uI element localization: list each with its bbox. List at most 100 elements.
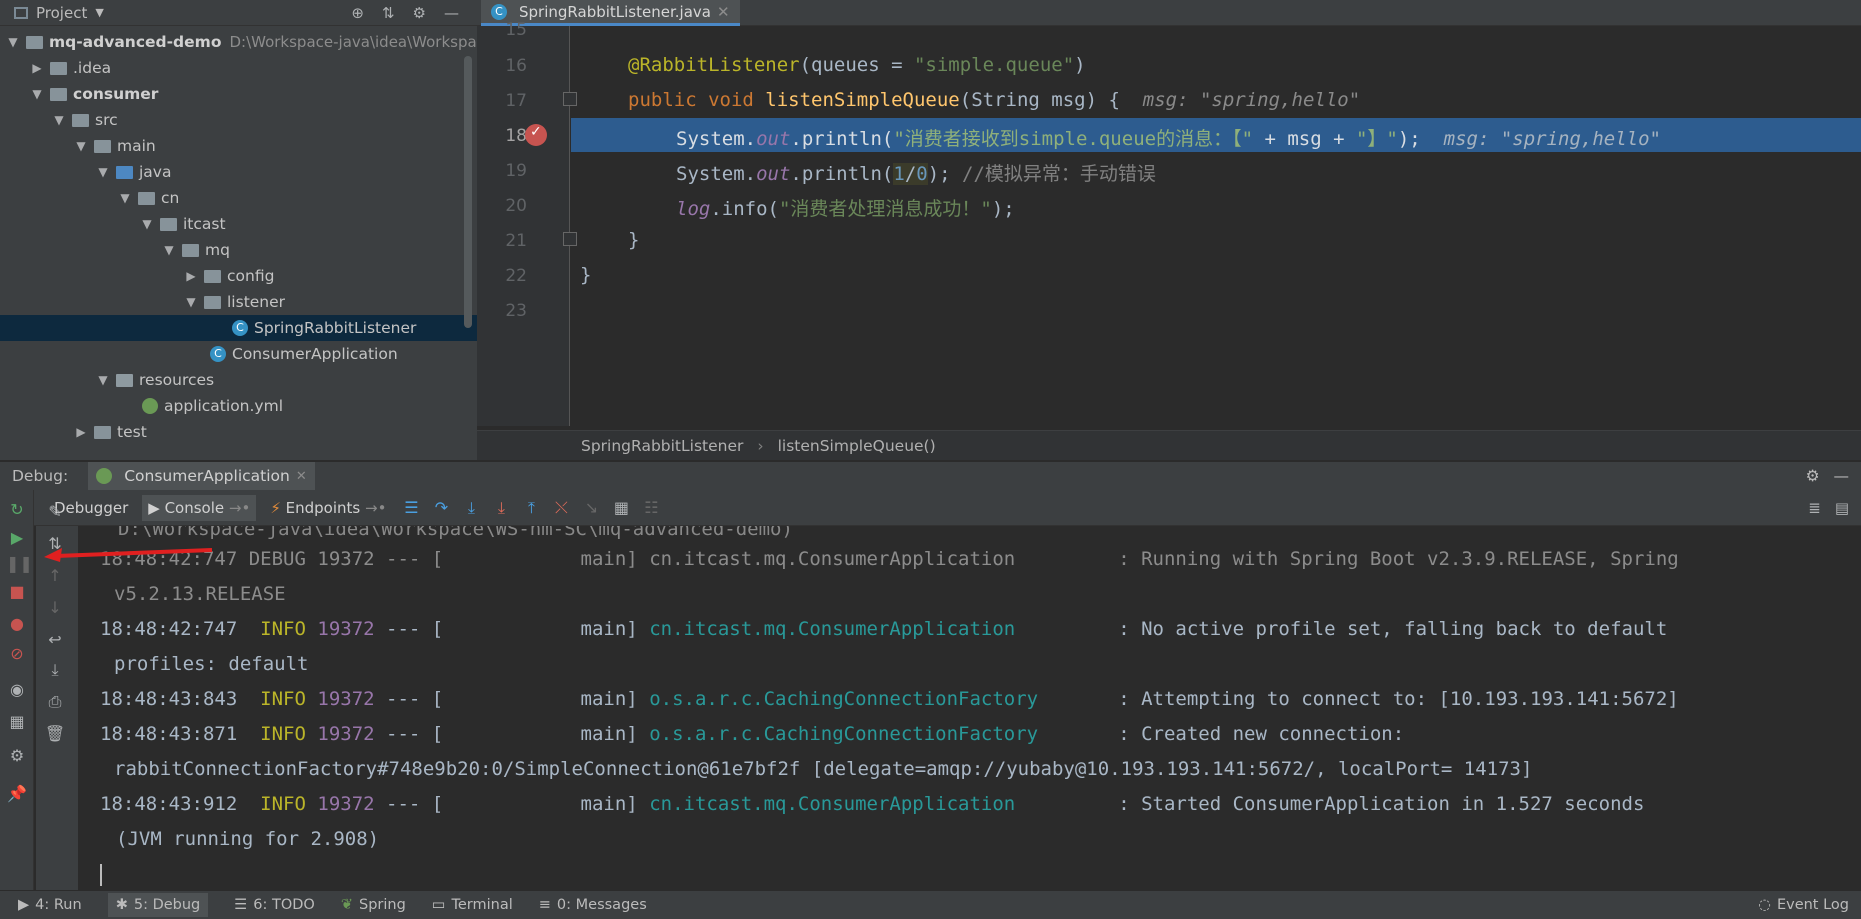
tree-item-resources[interactable]: ▼ resources (96, 367, 214, 393)
code-editor[interactable] (571, 26, 1861, 426)
collapse-icon[interactable]: ⇅ (382, 4, 395, 22)
minimize-icon[interactable]: — (444, 4, 459, 22)
fold-marker-icon[interactable] (563, 232, 577, 246)
close-icon[interactable]: ✕ (717, 3, 730, 21)
chevron-down-icon[interactable]: ▼ (96, 373, 110, 387)
step-over-icon[interactable]: ↷ (430, 498, 452, 517)
debug-label: Debug: (12, 467, 69, 485)
tool-debug[interactable]: ✱ 5: Debug (107, 893, 209, 917)
tool-todo[interactable]: ☰ 6: TODO (234, 897, 315, 913)
tree-item-test[interactable]: ▶ test (74, 419, 146, 445)
tool-event-log[interactable]: ◌ Event Log (1758, 897, 1861, 913)
tree-item-src[interactable]: ▼ src (52, 107, 117, 133)
layout-icon[interactable]: ≣ (1808, 499, 1821, 517)
chevron-down-icon[interactable]: ▼ (30, 87, 44, 101)
run-to-cursor-icon[interactable]: ↘ (580, 498, 602, 517)
console-line: 18:48:43:843 INFO 19372 --- [ main] o.s.… (100, 688, 1679, 710)
rerun-icon[interactable]: ↻ (6, 500, 28, 519)
tool-messages[interactable]: ≡ 0: Messages (539, 897, 647, 913)
code-token: / (904, 163, 917, 185)
tool-label: 5: Debug (133, 897, 201, 913)
tree-item-consumer[interactable]: ▼ consumer (30, 81, 158, 107)
chevron-down-icon[interactable]: ▼ (118, 191, 132, 205)
chevron-down-icon[interactable]: ▼ (140, 217, 154, 231)
restore-layout-icon[interactable]: ▤ (1835, 499, 1849, 517)
down-arrow-icon[interactable]: ↓ (44, 598, 66, 617)
scroll-to-end-icon[interactable]: ⤓ (44, 660, 66, 680)
view-breakpoints-icon[interactable]: ● (6, 614, 28, 633)
chevron-right-icon[interactable]: ▶ (184, 269, 198, 283)
chevron-down-icon[interactable]: ▼ (74, 139, 88, 153)
endpoints-icon: ⚡ (270, 498, 281, 517)
chevron-down-icon[interactable]: ▼ (184, 295, 198, 309)
gear-icon[interactable]: ⚙ (6, 746, 28, 765)
log-sep: --- [ (386, 688, 444, 710)
tree-item-config[interactable]: ▶ config (184, 263, 274, 289)
camera-icon[interactable]: ◉ (6, 680, 28, 699)
tree-item-java[interactable]: ▼ java (96, 159, 171, 185)
soft-wrap-icon[interactable]: ↩ (44, 630, 66, 649)
tree-item-mq[interactable]: ▼ mq (162, 237, 230, 263)
chevron-down-icon[interactable]: ▼ (96, 165, 110, 179)
stop-icon[interactable]: ■ (6, 582, 28, 601)
breadcrumb-item-class[interactable]: SpringRabbitListener (581, 437, 743, 455)
tool-terminal[interactable]: ▭ Terminal (432, 897, 513, 913)
up-arrow-icon[interactable]: ↑ (44, 566, 66, 585)
layout-icon[interactable]: ▦ (6, 712, 28, 731)
chevron-right-icon[interactable]: ▶ (74, 425, 88, 439)
chevron-down-icon[interactable]: ▼ (52, 113, 66, 127)
tree-item-listener[interactable]: ▼ listener (184, 289, 285, 315)
code-token: System. (676, 128, 757, 150)
pause-icon[interactable]: ❚❚ (6, 554, 33, 573)
tab-endpoints[interactable]: ⚡ Endpoints →• (264, 495, 392, 521)
console-icon: ▶ (148, 498, 165, 517)
trace-icon[interactable]: ☷ (640, 498, 662, 517)
log-message: : Attempting to connect to: [10.193.193.… (1118, 688, 1679, 710)
chevron-down-icon[interactable]: ▼ (95, 6, 103, 19)
breakpoint-icon[interactable] (525, 124, 547, 146)
drop-frame-icon[interactable]: ⤬ (550, 498, 572, 518)
step-into-icon[interactable]: ⤓ (460, 498, 482, 518)
log-message: : No active profile set, falling back to… (1118, 618, 1668, 640)
close-icon[interactable]: ✕ (296, 469, 307, 484)
pin-icon[interactable]: 📌 (6, 784, 28, 803)
tab-console[interactable]: ▶ Console →• (142, 494, 257, 521)
log-message: : Running with Spring Boot v2.3.9.RELEAS… (1118, 548, 1679, 570)
breadcrumb-item-method[interactable]: listenSimpleQueue() (778, 437, 936, 455)
tree-item-itcast[interactable]: ▼ itcast (140, 211, 225, 237)
debug-left-actions: ↻ ▶ ❚❚ ■ ● ⊘ ◉ ▦ ⚙ 📌 (0, 490, 34, 890)
tree-item-consumerapplication[interactable]: C ConsumerApplication (210, 341, 398, 367)
chevron-down-icon[interactable]: ▼ (162, 243, 176, 257)
tree-item-mq-advanced-demo[interactable]: ▼ mq-advanced-demo D:\Workspace-java\idea\… (6, 29, 477, 55)
chevron-down-icon[interactable]: ▼ (6, 35, 20, 49)
chevron-right-icon[interactable]: ▶ (30, 61, 44, 75)
tab-consumerapplication[interactable]: ConsumerApplication ✕ (88, 461, 315, 491)
evaluate-icon[interactable]: ▦ (610, 498, 632, 517)
gear-icon[interactable]: ⚙ (413, 4, 426, 22)
tree-item-springrabbitlistener[interactable]: C SpringRabbitListener (0, 315, 477, 341)
tool-run[interactable]: ▶ 4: Run (18, 897, 82, 913)
mute-breakpoints-icon[interactable]: ⊘ (6, 644, 28, 663)
gear-icon[interactable]: ⚙ (1806, 467, 1820, 485)
tree-scrollbar[interactable] (464, 56, 472, 328)
resume-icon[interactable]: ▶ (6, 528, 28, 547)
fold-marker-icon[interactable] (563, 92, 577, 106)
force-step-into-icon[interactable]: ⤓ (490, 498, 512, 518)
tree-item-cn[interactable]: ▼ cn (118, 185, 179, 211)
tree-item-application-yml[interactable]: application.yml (142, 393, 283, 419)
threads-icon[interactable]: ☰ (400, 498, 422, 517)
trash-icon[interactable]: 🗑 (44, 724, 66, 743)
project-title[interactable]: Project (36, 4, 87, 22)
step-out-icon[interactable]: ⤒ (520, 498, 542, 518)
tree-item-main[interactable]: ▼ main (74, 133, 155, 159)
code-token: ); (1397, 128, 1421, 150)
edit-icon[interactable]: ✎ (44, 502, 66, 521)
tool-spring[interactable]: ❦ Spring (341, 897, 406, 913)
locate-icon[interactable]: ⊕ (351, 4, 364, 22)
code-token: ); (927, 163, 963, 185)
print-icon[interactable]: ⎙ (44, 692, 66, 712)
console-output[interactable]: D:\Workspace-java\idea\Workspace\WS-hm-S… (78, 526, 1861, 890)
tree-item-idea[interactable]: ▶ .idea (30, 55, 111, 81)
log-pid: 19372 (317, 618, 375, 640)
minimize-icon[interactable]: — (1834, 467, 1850, 485)
